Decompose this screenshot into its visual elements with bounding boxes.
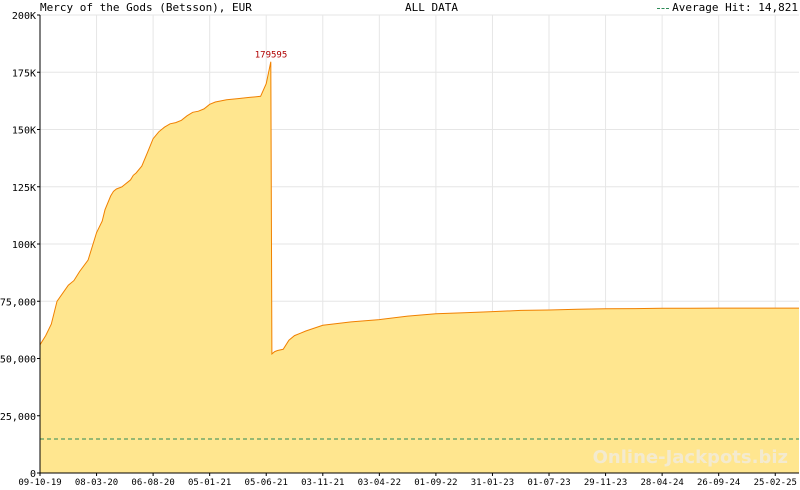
chart-title: Mercy of the Gods (Betsson), EUR	[40, 1, 252, 14]
y-tick-label-1: 25,000	[0, 412, 36, 423]
x-tick-label-1: 08-03-20	[75, 478, 118, 488]
x-tick-label-8: 31-01-23	[471, 478, 514, 488]
x-tick-label-13: 25-02-25	[754, 478, 797, 488]
chart-container: 179595 0 25,000 50,000 75,000 100K 125K 150K 175…	[0, 0, 800, 490]
x-tick-label-6: 03-04-22	[358, 478, 401, 488]
peak-label: 179595	[255, 51, 288, 61]
y-tick-label-4: 100K	[12, 240, 36, 251]
legend-label: Average Hit: 14,821	[672, 1, 798, 14]
x-tick-label-5: 03-11-21	[301, 478, 344, 488]
x-tick-label-9: 01-07-23	[527, 478, 570, 488]
legend-dash-icon	[657, 7, 670, 9]
watermark: Online-Jackpots.biz	[592, 447, 788, 468]
x-tick-label-7: 01-09-22	[414, 478, 457, 488]
y-tick-label-7: 175K	[12, 68, 36, 79]
y-tick-label-5: 125K	[12, 183, 36, 194]
x-tick-label-12: 26-09-24	[697, 478, 740, 488]
y-tick-label-6: 150K	[12, 126, 36, 137]
y-tick-label-2: 50,000	[0, 355, 36, 366]
jackpot-area-chart: 179595025,00050,00075,000100K125K150K175…	[0, 11, 799, 488]
y-tick-label-8: 200K	[12, 11, 36, 22]
x-tick-label-3: 05-01-21	[188, 478, 231, 488]
chart-subtitle: ALL DATA	[405, 1, 458, 14]
x-tick-label-4: 05-06-21	[245, 478, 288, 488]
x-tick-label-0: 09-10-19	[18, 478, 61, 488]
x-tick-label-10: 29-11-23	[584, 478, 627, 488]
x-tick-label-11: 28-04-24	[640, 478, 683, 488]
y-tick-label-3: 75,000	[0, 297, 36, 308]
x-tick-label-2: 06-08-20	[131, 478, 174, 488]
legend: Average Hit: 14,821	[657, 1, 798, 14]
